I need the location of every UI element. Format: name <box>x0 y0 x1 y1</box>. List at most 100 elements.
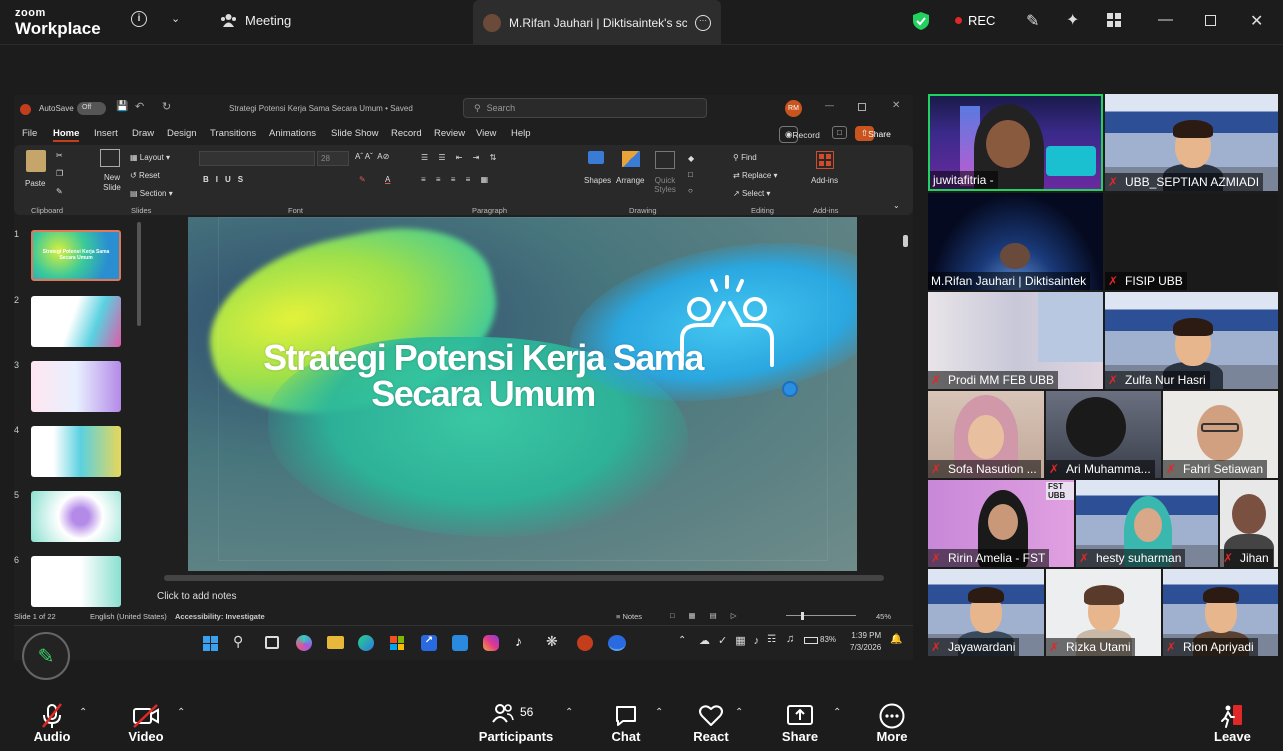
wifi-icon[interactable]: ☶ <box>767 634 776 645</box>
more-options-icon[interactable]: ··· <box>695 14 711 31</box>
slide-horizontal-scrollbar[interactable] <box>164 575 884 581</box>
minimize-icon[interactable]: — <box>825 100 834 110</box>
powerpoint-taskbar-icon[interactable] <box>577 635 593 651</box>
react-button[interactable]: React <box>692 703 730 744</box>
video-tile[interactable]: ✗ UBB_SEPTIAN AZMIADI <box>1105 94 1278 191</box>
slide-thumbnail-4[interactable] <box>31 426 121 477</box>
arrange-icon[interactable] <box>622 151 640 167</box>
notes-pane[interactable]: Click to add notes <box>153 585 913 605</box>
microsoft-store-icon[interactable] <box>390 636 404 650</box>
chat-button[interactable]: Chat <box>608 703 644 744</box>
edge-browser-icon[interactable] <box>358 635 374 651</box>
audio-options-chevron-icon[interactable]: ⌃ <box>79 707 87 718</box>
meeting-menu[interactable]: Meeting <box>220 13 291 28</box>
tab-view[interactable]: View <box>476 128 496 139</box>
outlook-icon[interactable] <box>452 635 468 651</box>
participants-button[interactable]: 56 Participants <box>478 703 554 744</box>
audio-button[interactable]: Audio <box>30 703 74 744</box>
language-status[interactable]: English (United States) <box>90 612 167 621</box>
more-button[interactable]: More <box>874 703 910 744</box>
video-tile[interactable]: M.Rifan Jauhari | Diktisaintek <box>928 193 1103 290</box>
paste-icon[interactable] <box>26 150 46 172</box>
minimize-icon[interactable]: — <box>1158 11 1173 28</box>
chevron-down-icon[interactable]: ⌄ <box>171 12 180 25</box>
redo-icon[interactable]: ↻ <box>162 100 171 113</box>
font-grow-shrink-icon[interactable]: Aˆ Aˇ A⊘ <box>355 152 389 161</box>
speaker-icon[interactable]: ♫ <box>786 633 794 645</box>
user-avatar[interactable]: RM <box>785 100 802 117</box>
tab-design[interactable]: Design <box>167 128 197 139</box>
slide-thumbnail-3[interactable] <box>31 361 121 412</box>
view-layout-icon[interactable] <box>1107 13 1121 27</box>
arrange-button[interactable]: Arrange <box>616 176 644 185</box>
slide-thumbnail-2[interactable] <box>31 296 121 347</box>
video-tile[interactable]: ✗ Jihan <box>1220 480 1278 567</box>
document-title[interactable]: Strategi Potensi Kerja Sama Secara Umum … <box>229 104 413 113</box>
video-tile[interactable]: ✗ Prodi MM FEB UBB <box>928 292 1103 389</box>
shapes-icon[interactable] <box>588 151 604 164</box>
shape-format-icons[interactable]: ◆ □ ○ <box>688 151 694 199</box>
current-slide[interactable]: Strategi Potensi Kerja Sama Secara Umum <box>188 217 857 571</box>
tab-review[interactable]: Review <box>434 128 465 139</box>
ai-companion-icon[interactable]: ✦ <box>1066 10 1079 30</box>
participants-options-chevron-icon[interactable]: ⌃ <box>565 707 573 718</box>
task-view-icon[interactable] <box>265 636 279 649</box>
font-style-buttons[interactable]: BIUS <box>203 175 250 184</box>
new-slide-icon[interactable] <box>100 149 120 167</box>
close-icon[interactable]: ✕ <box>892 100 900 111</box>
save-icon[interactable]: 💾 <box>116 101 128 112</box>
chevron-up-icon[interactable]: ⌃ <box>678 635 686 646</box>
share-button[interactable]: ⇧ Share <box>855 126 891 141</box>
security-shield-icon[interactable] <box>913 12 929 30</box>
video-tile[interactable]: ✗ hesty suharman <box>1076 480 1218 567</box>
video-tile[interactable]: ✗ Rion Apriyadi <box>1163 569 1278 656</box>
tab-transitions[interactable]: Transitions <box>210 128 256 139</box>
share-screen-button[interactable]: Share <box>781 703 819 744</box>
info-icon[interactable]: i <box>131 11 147 27</box>
chat-options-chevron-icon[interactable]: ⌃ <box>655 707 663 718</box>
tab-file[interactable]: File <box>22 128 37 139</box>
layout-button[interactable]: ▦ Layout ▾ <box>130 153 170 162</box>
autosave-toggle[interactable]: Off <box>77 102 106 115</box>
video-options-chevron-icon[interactable]: ⌃ <box>177 707 185 718</box>
video-button[interactable]: Video <box>124 703 168 744</box>
taskbar-clock[interactable]: 1:39 PM 7/3/2026 <box>850 630 881 654</box>
annotate-icon[interactable]: ✎ <box>1026 11 1039 31</box>
share-options-chevron-icon[interactable]: ⌃ <box>833 707 841 718</box>
copy-icon[interactable]: ❐ <box>56 169 63 178</box>
font-family-select[interactable] <box>199 151 315 166</box>
slide-thumbnail-6[interactable] <box>31 556 121 607</box>
tab-help[interactable]: Help <box>511 128 531 139</box>
restore-icon[interactable] <box>1205 15 1216 26</box>
zoom-slider-thumb[interactable] <box>801 612 804 620</box>
font-color-icon[interactable]: A <box>385 175 390 184</box>
font-size-select[interactable]: 28 <box>317 151 349 166</box>
search-box[interactable]: ⚲ Search <box>463 98 707 118</box>
format-painter-icon[interactable]: ✎ <box>56 187 63 196</box>
chatgpt-icon[interactable]: ❋ <box>546 633 558 650</box>
record-button[interactable]: ◉ Record <box>779 126 820 143</box>
zoom-slider[interactable] <box>786 615 856 616</box>
slide-thumbnail-1[interactable]: Strategi Potensi Kerja Sama Secara Umum <box>31 230 121 281</box>
video-tile[interactable]: ✗ FISIP UBB <box>1105 193 1278 290</box>
add-ins-button[interactable]: Add-ins <box>811 176 838 185</box>
react-options-chevron-icon[interactable]: ⌃ <box>735 707 743 718</box>
tiktok-icon[interactable]: ♪ <box>515 633 522 649</box>
maximize-icon[interactable] <box>858 103 866 111</box>
video-tile[interactable]: FST UBB ✗ Ririn Amelia - FST <box>928 480 1074 567</box>
tab-insert[interactable]: Insert <box>94 128 118 139</box>
video-tile[interactable]: ✗ Sofa Nasution ... <box>928 391 1044 478</box>
file-explorer-icon[interactable] <box>327 636 344 649</box>
list-buttons[interactable]: ☰ ☰ ⇤ ⇥ ⇅ <box>421 153 500 162</box>
replace-button[interactable]: ⇄ Replace ▾ <box>733 171 778 180</box>
copilot-icon[interactable] <box>296 635 312 651</box>
slide-vertical-scrollbar[interactable] <box>903 235 908 247</box>
video-tile[interactable]: ✗ Rizka Utami <box>1046 569 1161 656</box>
view-buttons[interactable]: □▦▤▷ <box>670 611 750 620</box>
reset-button[interactable]: ↺ Reset <box>130 171 160 180</box>
cut-icon[interactable]: ✂ <box>56 151 63 160</box>
zoom-taskbar-icon[interactable] <box>608 635 626 651</box>
paste-button[interactable]: Paste <box>25 179 45 188</box>
highlight-color-icon[interactable]: ✎ <box>359 175 366 184</box>
notification-icon[interactable]: 🔔 <box>890 634 902 645</box>
